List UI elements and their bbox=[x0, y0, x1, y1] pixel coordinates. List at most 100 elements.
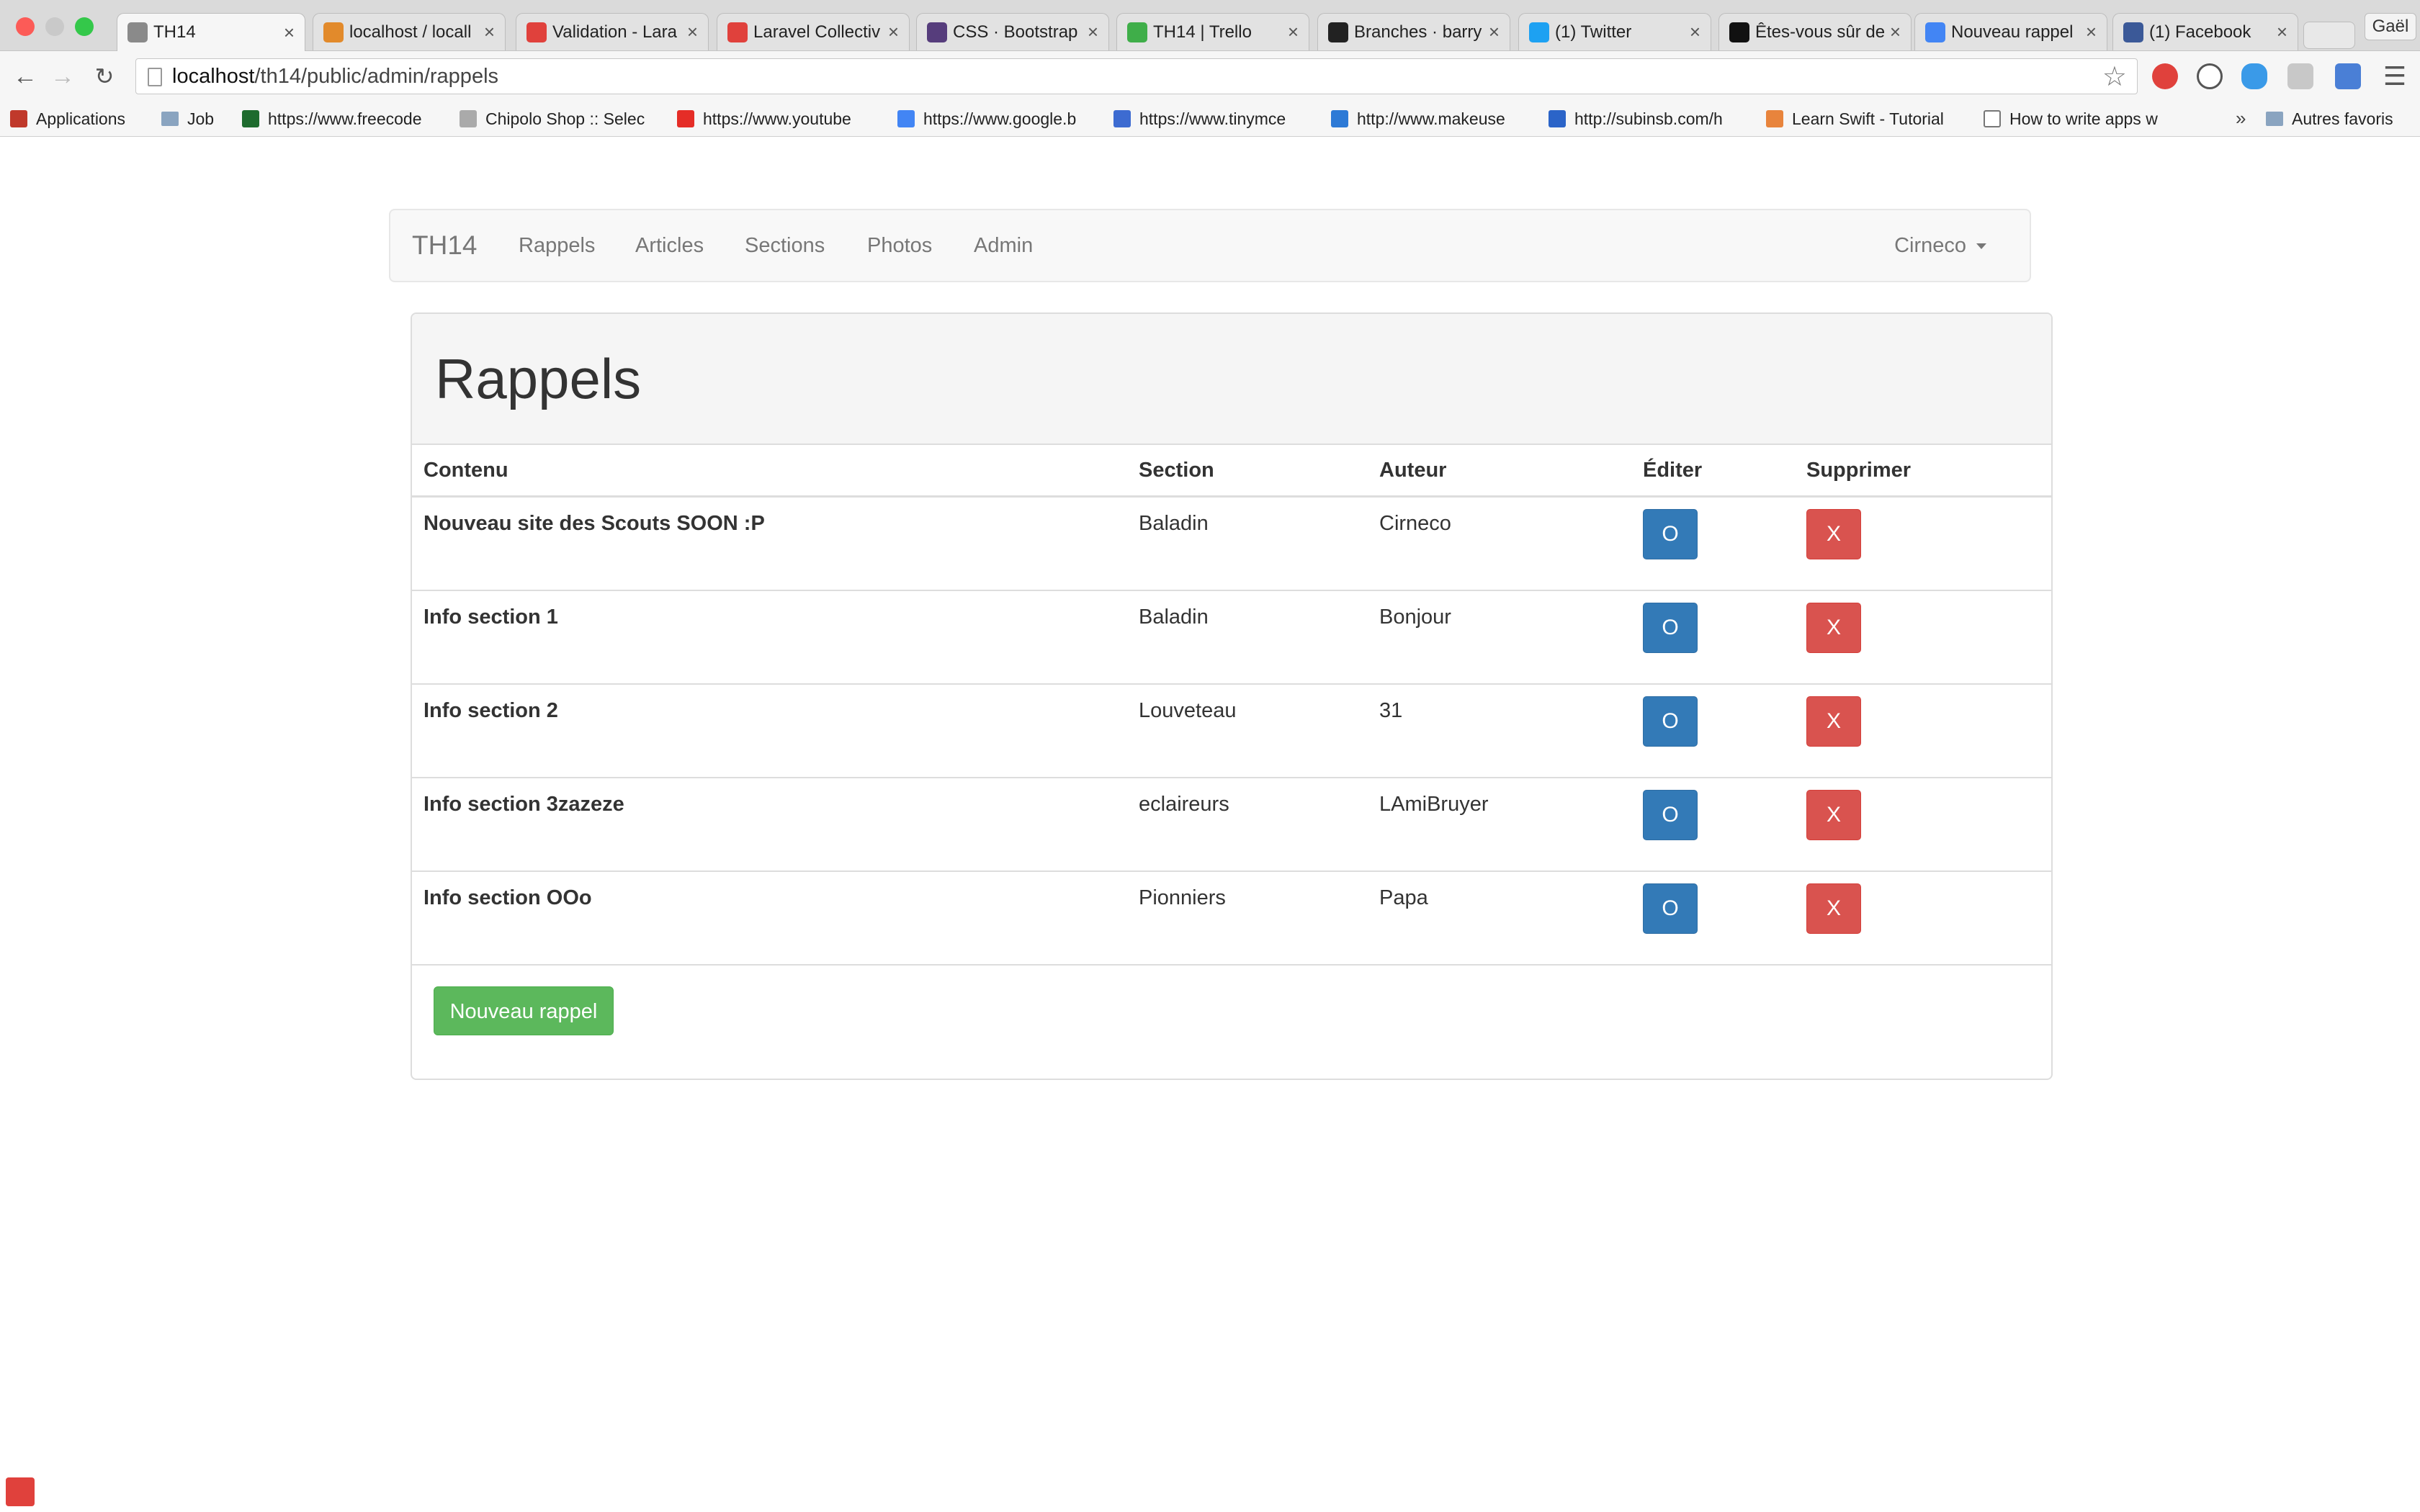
tab-title: localhost / locall bbox=[349, 22, 472, 42]
youtube-icon bbox=[677, 110, 694, 127]
edit-button[interactable]: O bbox=[1643, 509, 1698, 559]
new-rappel-button[interactable]: Nouveau rappel bbox=[434, 986, 614, 1035]
close-tab-icon[interactable]: × bbox=[1288, 21, 1299, 43]
bookmarks-bar: Applications Job https://www.freecode Chipo… bbox=[0, 102, 2420, 137]
user-dropdown[interactable]: Cirneco bbox=[1894, 210, 1986, 281]
close-tab-icon[interactable]: × bbox=[1890, 21, 1901, 43]
edit-button[interactable]: O bbox=[1643, 789, 1698, 840]
bootstrap-icon bbox=[927, 22, 947, 42]
browser-tab[interactable]: CSS · Bootstrap × bbox=[916, 13, 1109, 50]
bookmark-item[interactable]: http://www.makeuse bbox=[1331, 107, 1540, 130]
close-tab-icon[interactable]: × bbox=[1690, 21, 1700, 43]
close-window-button[interactable] bbox=[16, 17, 35, 36]
column-header-section: Section bbox=[1127, 445, 1368, 498]
close-tab-icon[interactable]: × bbox=[1088, 21, 1098, 43]
address-bar[interactable]: localhost/th14/public/admin/rappels ☆ bbox=[135, 58, 2138, 94]
delete-button[interactable]: X bbox=[1806, 696, 1861, 747]
close-tab-icon[interactable]: × bbox=[284, 22, 295, 44]
bookmark-star-icon[interactable]: ☆ bbox=[2102, 63, 2127, 91]
nav-link-rappels[interactable]: Rappels bbox=[519, 210, 595, 281]
browser-tab[interactable]: Nouveau rappel × bbox=[1914, 13, 2107, 50]
chipolo-icon bbox=[460, 110, 477, 127]
nav-link-photos[interactable]: Photos bbox=[867, 210, 932, 281]
zoom-window-button[interactable] bbox=[75, 17, 94, 36]
close-tab-icon[interactable]: × bbox=[1489, 21, 1500, 43]
browser-tab[interactable]: Êtes-vous sûr de × bbox=[1718, 13, 1912, 50]
nav-link-sections[interactable]: Sections bbox=[745, 210, 825, 281]
nav-link-articles[interactable]: Articles bbox=[635, 210, 704, 281]
edit-button[interactable]: O bbox=[1643, 883, 1698, 934]
rappels-table: Contenu Section Auteur Éditer Supprimer … bbox=[412, 445, 2051, 966]
new-tab-button[interactable] bbox=[2303, 22, 2355, 49]
phpmyadmin-icon bbox=[323, 22, 344, 42]
page-viewport: TH14 Rappels Articles Sections Photos Ad… bbox=[0, 137, 2420, 1512]
freecodecamp-icon bbox=[242, 110, 259, 127]
tab-title: TH14 | Trello bbox=[1153, 22, 1252, 42]
close-tab-icon[interactable]: × bbox=[2277, 21, 2287, 43]
delete-button[interactable]: X bbox=[1806, 602, 1861, 653]
tab-title: CSS · Bootstrap bbox=[953, 22, 1078, 42]
rappel-author: Cirneco bbox=[1368, 496, 1631, 591]
column-header-delete: Supprimer bbox=[1795, 445, 2051, 498]
reload-icon[interactable]: ↻ bbox=[91, 63, 118, 90]
tab-title: Nouveau rappel bbox=[1951, 22, 2074, 42]
forward-arrow-icon[interactable]: → bbox=[49, 63, 76, 90]
learnswift-icon bbox=[1766, 110, 1783, 127]
delete-button[interactable]: X bbox=[1806, 509, 1861, 559]
bookmark-item[interactable]: https://www.freecode bbox=[242, 107, 451, 130]
bookmark-item[interactable]: Job bbox=[161, 107, 233, 130]
cast-extension-icon[interactable] bbox=[2335, 63, 2361, 89]
close-tab-icon[interactable]: × bbox=[687, 21, 698, 43]
delete-cell: X bbox=[1795, 683, 2051, 778]
profile-button[interactable]: Gaël bbox=[2365, 13, 2416, 40]
drive-extension-icon[interactable] bbox=[2287, 63, 2313, 89]
back-arrow-icon[interactable]: ← bbox=[12, 63, 39, 90]
browser-tab[interactable]: Validation - Lara × bbox=[516, 13, 709, 50]
bookmark-item[interactable]: Chipolo Shop :: Selec bbox=[460, 107, 668, 130]
edit-button[interactable]: O bbox=[1643, 602, 1698, 653]
bookmark-item[interactable]: https://www.google.b bbox=[897, 107, 1106, 130]
bookmark-item[interactable]: https://www.tinymce bbox=[1113, 107, 1322, 130]
laravel-debug-icon[interactable] bbox=[6, 1477, 35, 1506]
close-tab-icon[interactable]: × bbox=[888, 21, 899, 43]
bookmark-item[interactable]: How to write apps w bbox=[1984, 107, 2192, 130]
menu-hamburger-icon[interactable]: ☰ bbox=[2381, 63, 2408, 90]
edit-button[interactable]: O bbox=[1643, 696, 1698, 747]
close-tab-icon[interactable]: × bbox=[484, 21, 495, 43]
browser-tab[interactable]: Branches · barry × bbox=[1317, 13, 1510, 50]
other-bookmarks-folder[interactable]: Autres favoris bbox=[2266, 107, 2393, 130]
browser-tab[interactable]: (1) Facebook × bbox=[2112, 13, 2298, 50]
delete-cell: X bbox=[1795, 870, 2051, 966]
bookmark-item[interactable]: Applications bbox=[10, 107, 154, 130]
bookmark-item[interactable]: http://subinsb.com/h bbox=[1549, 107, 1757, 130]
browser-tab[interactable]: TH14 | Trello × bbox=[1116, 13, 1309, 50]
browser-tab[interactable]: localhost / locall × bbox=[313, 13, 506, 50]
rappel-author: Papa bbox=[1368, 870, 1631, 966]
delete-button[interactable]: X bbox=[1806, 883, 1861, 934]
table-row: Nouveau site des Scouts SOON :P Baladin Ci… bbox=[412, 496, 2051, 591]
onepassword-extension-icon[interactable] bbox=[2197, 63, 2223, 89]
rappel-section: Pionniers bbox=[1127, 870, 1368, 966]
browser-tab[interactable]: Laravel Collectiv × bbox=[717, 13, 910, 50]
tab-title: Validation - Lara bbox=[552, 22, 677, 42]
nav-link-admin[interactable]: Admin bbox=[974, 210, 1033, 281]
ublock-extension-icon[interactable] bbox=[2152, 63, 2178, 89]
bookmarks-overflow-icon[interactable]: » bbox=[2236, 107, 2246, 130]
close-tab-icon[interactable]: × bbox=[2086, 21, 2097, 43]
rappel-content: Info section OOo bbox=[412, 870, 1127, 966]
table-row: Info section 3zazeze eclaireurs LAmiBruyer… bbox=[412, 777, 2051, 872]
bookmark-item[interactable]: Learn Swift - Tutorial bbox=[1766, 107, 1975, 130]
delete-button[interactable]: X bbox=[1806, 789, 1861, 840]
browser-tab[interactable]: TH14 × bbox=[117, 13, 305, 51]
twitter-icon bbox=[1529, 22, 1549, 42]
apps-grid-icon bbox=[10, 110, 27, 127]
navbar-brand[interactable]: TH14 bbox=[412, 210, 477, 281]
facebook-icon bbox=[2123, 22, 2143, 42]
tab-title: Laravel Collectiv bbox=[753, 22, 881, 42]
browser-tab[interactable]: (1) Twitter × bbox=[1518, 13, 1711, 50]
bookmark-item[interactable]: https://www.youtube bbox=[677, 107, 886, 130]
column-header-edit: Éditer bbox=[1631, 445, 1795, 498]
minimize-window-button[interactable] bbox=[45, 17, 64, 36]
tab-title: (1) Twitter bbox=[1555, 22, 1632, 42]
icloud-extension-icon[interactable] bbox=[2241, 63, 2267, 89]
